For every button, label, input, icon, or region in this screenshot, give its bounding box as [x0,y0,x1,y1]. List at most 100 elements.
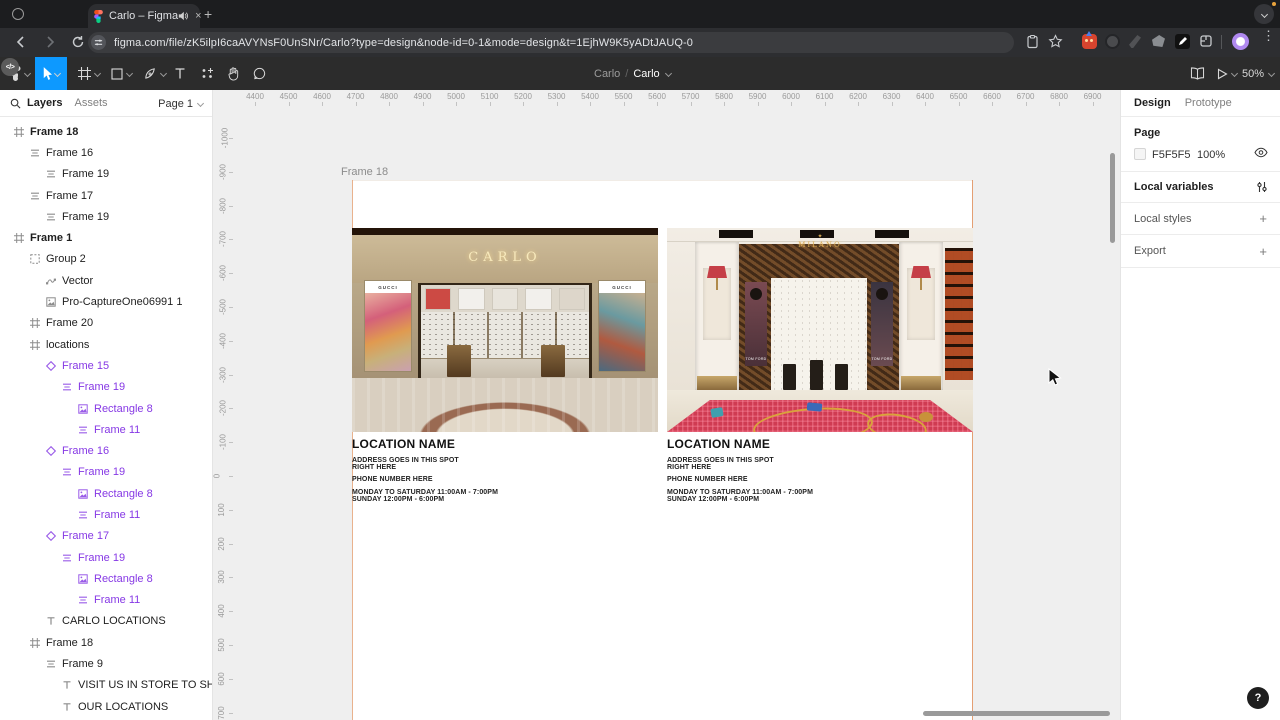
site-settings-icon[interactable] [91,35,106,50]
library-button[interactable] [1184,57,1210,90]
zoom-control[interactable]: 50% [1242,57,1275,90]
hand-tool-button[interactable] [220,57,246,90]
comment-tool-button[interactable] [246,57,272,90]
back-icon[interactable] [14,35,28,49]
extension-icon-4[interactable] [1152,35,1165,47]
new-tab-button[interactable]: + [204,7,212,21]
local-styles-section[interactable]: Local styles + [1121,203,1280,235]
layer-row-locations[interactable]: locations [0,334,212,355]
shape-tool-button[interactable] [107,57,137,90]
layer-row-frame-19[interactable]: Frame 19 [0,377,212,398]
local-variables-section[interactable]: Local variables [1121,172,1280,203]
design-panel-tabs: Design Prototype [1121,90,1280,117]
location-title-1[interactable]: LOCATION NAME [352,438,455,451]
zoom-chevron-icon [1268,70,1275,77]
location-address-1[interactable]: ADDRESS GOES IN THIS SPOT RIGHT HERE [352,457,459,472]
layer-row-our-locations[interactable]: OUR LOCATIONS [0,696,212,717]
url-field[interactable]: figma.com/file/zK5ilpI6caAVYNsF0UnSNr/Ca… [88,32,1014,53]
page-selector[interactable]: Page 1 [158,90,204,117]
layer-row-frame-11[interactable]: Frame 11 [0,419,212,440]
canvas-frame-label[interactable]: Frame 18 [341,166,388,178]
location-phone-1[interactable]: PHONE NUMBER HERE [352,476,433,484]
help-button[interactable]: ? [1247,687,1269,709]
layer-row-frame-16[interactable]: Frame 16 [0,142,212,163]
layer-row-frame-19[interactable]: Frame 19 [0,547,212,568]
layer-row-rectangle-8[interactable]: Rectangle 8 [0,568,212,589]
layer-row-vector[interactable]: Vector [0,270,212,291]
horizontal-scrollbar[interactable] [923,711,1110,716]
export-section[interactable]: Export + [1121,235,1280,268]
tab-audio-icon[interactable] [178,11,189,21]
canvas[interactable]: 4400 4500 4600 4700 4800 4900 5000 5100 5200 5300… [213,90,1120,720]
layer-row-rectangle-8[interactable]: Rectangle 8 [0,483,212,504]
location-address-2[interactable]: ADDRESS GOES IN THIS SPOT RIGHT HERE [667,457,774,472]
browser-tab-strip: Carlo – Figma × + [0,0,1280,28]
layer-row-frame-17[interactable]: Frame 17 [0,185,212,206]
tab-prototype[interactable]: Prototype [1185,97,1232,109]
browser-tab[interactable]: Carlo – Figma × [88,4,202,28]
layer-row-frame-11[interactable]: Frame 11 [0,504,212,525]
tab-close-icon[interactable]: × [195,11,201,22]
browser-menu-icon[interactable]: ⋮ [1262,29,1275,42]
breadcrumb-project[interactable]: Carlo [594,68,620,80]
move-tool-button[interactable] [35,57,67,90]
layer-row-frame-20[interactable]: Frame 20 [0,313,212,334]
comment-icon [253,67,265,80]
location-title-2[interactable]: LOCATION NAME [667,438,770,451]
tab-assets[interactable]: Assets [74,97,107,109]
layer-row-group-2[interactable]: Group 2 [0,249,212,270]
tab-design[interactable]: Design [1134,97,1171,109]
layer-row-frame-16[interactable]: Frame 16 [0,440,212,461]
tab-search-chevron-button[interactable] [1254,4,1274,24]
location-phone-2[interactable]: PHONE NUMBER HERE [667,476,748,484]
layer-row-visit-us-in-store-to-shop-the-2-[interactable]: VISIT US IN STORE TO SHOP THE 2... [0,675,212,696]
layer-row-rectangle-8[interactable]: Rectangle 8 [0,398,212,419]
layer-row-frame-9[interactable]: Frame 9 [0,653,212,674]
profile-avatar[interactable] [1232,33,1249,50]
search-icon[interactable] [10,98,21,109]
extension-icon-3[interactable] [1129,35,1141,48]
layer-label: Frame 19 [78,381,126,394]
layer-row-frame-11[interactable]: Frame 11 [0,590,212,611]
add-style-icon[interactable]: + [1259,211,1267,226]
page-color-hex[interactable]: F5F5F5 [1152,149,1191,161]
variables-icon[interactable] [1256,181,1268,193]
reload-icon[interactable] [71,35,85,49]
dev-mode-code-icon[interactable]: </> [1,58,19,76]
extension-icon-5[interactable] [1175,34,1190,49]
extension-icon-1[interactable] [1082,31,1097,49]
present-button[interactable] [1212,57,1242,90]
file-menu-chevron-icon[interactable] [665,70,672,77]
layer-label: Vector [62,274,94,287]
location-hours-2[interactable]: MONDAY TO SATURDAY 11:00AM - 7:00PM SUND… [667,489,813,504]
visibility-eye-icon[interactable] [1254,147,1268,158]
pen-tool-button[interactable] [140,57,170,90]
layer-row-frame-17[interactable]: Frame 17 [0,526,212,547]
layer-row-frame-18[interactable]: Frame 18 [0,121,212,142]
forward-icon[interactable] [43,35,57,49]
page-color-swatch[interactable] [1134,148,1146,160]
bookmark-star-icon[interactable] [1048,34,1063,49]
vertical-scrollbar[interactable] [1110,153,1115,243]
layer-row-frame-1[interactable]: Frame 1 [0,227,212,248]
layer-row-frame-19[interactable]: Frame 19 [0,462,212,483]
storefront-image-milano[interactable]: ✦ MILANO TOM FORD TOM FORD [667,228,973,432]
tab-layers[interactable]: Layers [27,97,62,109]
layer-row-carlo-locations[interactable]: CARLO LOCATIONS [0,611,212,632]
layer-row-frame-19[interactable]: Frame 19 [0,164,212,185]
breadcrumb-file[interactable]: Carlo [633,68,659,80]
layer-row-pro-captureone06991-1[interactable]: Pro-CaptureOne06991 1 [0,291,212,312]
frame-tool-button[interactable] [74,57,104,90]
layer-row-frame-19[interactable]: Frame 19 [0,206,212,227]
extension-icon-6[interactable] [1199,34,1213,48]
layer-row-frame-15[interactable]: Frame 15 [0,355,212,376]
location-hours-1[interactable]: MONDAY TO SATURDAY 11:00AM - 7:00PM SUND… [352,489,498,504]
resources-button[interactable] [194,57,220,90]
storefront-image-carlo[interactable]: CARLO GUCCI GUCCI [352,228,658,432]
add-export-icon[interactable]: + [1259,244,1267,259]
text-tool-button[interactable] [168,57,192,90]
layer-row-frame-18[interactable]: Frame 18 [0,632,212,653]
extension-icon-2[interactable] [1105,34,1120,49]
page-color-opacity[interactable]: 100% [1197,149,1225,161]
save-to-device-icon[interactable] [1026,35,1039,49]
